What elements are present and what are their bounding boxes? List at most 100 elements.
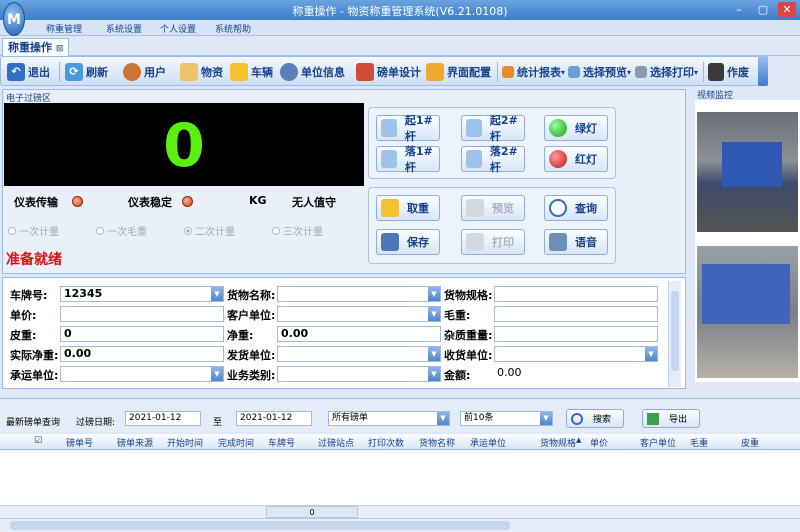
refresh-button[interactable]: ⟳ 刷新 (65, 60, 108, 84)
print-button[interactable]: 打印 (461, 229, 525, 255)
toolbar-overflow-button[interactable] (758, 56, 768, 86)
minimize-icon[interactable]: – (730, 2, 748, 17)
weight-value: 0 (163, 111, 205, 181)
save-button[interactable]: 保存 (376, 229, 440, 255)
chevron-down-icon[interactable]: ▼ (428, 347, 440, 361)
mode-radio-single[interactable]: 一次计量 (8, 223, 59, 238)
gross-input[interactable] (494, 306, 658, 322)
grid-horizontal-scrollbar[interactable] (0, 518, 800, 532)
mode-radio-triple[interactable]: 三次计量 (272, 223, 323, 238)
chevron-down-icon[interactable]: ▼ (540, 412, 552, 425)
net-input[interactable]: 0.00 (277, 326, 441, 342)
void-button[interactable]: 作废 (708, 60, 749, 84)
tare-value: 0 (64, 327, 72, 340)
select-print-button[interactable]: 选择打印 ▾ (635, 60, 698, 84)
export-button[interactable]: 导出 (642, 409, 700, 428)
sender-select[interactable]: ▼ (277, 346, 441, 362)
col-ticket-no[interactable]: 磅单号 (66, 436, 93, 449)
goods-button[interactable]: 物资 (180, 60, 223, 84)
voice-button[interactable]: 语音 (544, 229, 608, 255)
col-goods-spec[interactable]: 货物规格 (540, 436, 576, 449)
raise-gate2-button[interactable]: 起2#杆 (461, 114, 525, 143)
col-plate[interactable]: 车牌号 (268, 436, 295, 449)
col-carrier[interactable]: 承运单位 (470, 436, 506, 449)
red-light-icon (549, 150, 567, 168)
menu-help[interactable]: 系统帮助 (215, 22, 251, 35)
query-button[interactable]: 查询 (544, 195, 608, 221)
date-from-picker[interactable]: 2021-01-12 (125, 411, 201, 426)
select-preview-button[interactable]: 选择预览 ▾ (568, 60, 631, 84)
raise-gate1-button[interactable]: 起1#杆 (376, 114, 440, 143)
select-all-checkbox[interactable]: ☑ (34, 436, 42, 446)
toolbar: ↶ 退出 ⟳ 刷新 用户 物资 车辆 单位信息 磅单设计 界面配置 统计报表 ▾ 选择… (0, 56, 768, 86)
chevron-down-icon[interactable]: ▼ (428, 367, 440, 381)
trash-icon (708, 63, 724, 81)
search-button[interactable]: 搜索 (566, 409, 624, 428)
chevron-down-icon[interactable]: ▼ (428, 307, 440, 321)
customer-select[interactable]: ▼ (277, 306, 441, 322)
maximize-icon[interactable]: ▢ (754, 2, 772, 17)
mode-label: 一次计量 (19, 227, 59, 238)
stats-report-button[interactable]: 统计报表 ▾ (502, 60, 565, 84)
receiver-select[interactable]: ▼ (494, 346, 658, 362)
preview-button[interactable]: 预览 (461, 195, 525, 221)
col-gross[interactable]: 毛重 (690, 436, 708, 449)
green-light-label: 绿灯 (575, 122, 597, 135)
limit-value: 前10条 (464, 413, 494, 423)
plate-input[interactable]: 12345 ▼ (60, 286, 224, 302)
menu-system-settings[interactable]: 系统设置 (106, 22, 142, 35)
chevron-down-icon[interactable]: ▼ (211, 367, 223, 381)
tab-weighing[interactable]: 称重操作 ⊠ (2, 38, 70, 56)
green-light-button[interactable]: 绿灯 (544, 115, 608, 141)
col-start-time[interactable]: 开始时间 (167, 436, 203, 449)
unit-info-button[interactable]: 单位信息 (280, 60, 345, 84)
app-logo[interactable]: M (3, 2, 25, 36)
camera-feed-2[interactable] (697, 246, 798, 378)
menu-weighing[interactable]: 称重管理 (46, 22, 82, 35)
date-to-picker[interactable]: 2021-01-12 (236, 411, 312, 426)
grid-body[interactable] (0, 450, 800, 505)
actual-net-input[interactable]: 0.00 (60, 346, 224, 362)
exit-button[interactable]: ↶ 退出 (7, 60, 50, 84)
impurity-input[interactable] (494, 326, 658, 342)
price-label: 单价: (10, 309, 37, 322)
lower-gate2-button[interactable]: 落2#杆 (461, 145, 525, 174)
camera-feed-1[interactable] (697, 112, 798, 232)
limit-select[interactable]: 前10条 ▼ (460, 411, 553, 426)
scroll-thumb[interactable] (10, 521, 510, 530)
business-type-select[interactable]: ▼ (277, 366, 441, 382)
lower-gate1-button[interactable]: 落1#杆 (376, 145, 440, 174)
col-finish-time[interactable]: 完成时间 (218, 436, 254, 449)
col-ticket-source[interactable]: 磅单来源 (117, 436, 153, 449)
tare-input[interactable]: 0 (60, 326, 224, 342)
mode-radio-double[interactable]: 二次计量 (184, 223, 235, 238)
col-customer[interactable]: 客户单位 (640, 436, 676, 449)
search-icon (549, 199, 567, 217)
col-station[interactable]: 过磅站点 (318, 436, 354, 449)
red-light-button[interactable]: 红灯 (544, 146, 608, 172)
price-input[interactable] (60, 306, 224, 322)
menu-personal-settings[interactable]: 个人设置 (160, 22, 196, 35)
ui-config-button[interactable]: 界面配置 (426, 60, 491, 84)
ticket-design-button[interactable]: 磅单设计 (356, 60, 421, 84)
chevron-down-icon[interactable]: ▼ (211, 287, 223, 301)
take-weight-label: 取重 (407, 202, 429, 215)
goods-name-select[interactable]: ▼ (277, 286, 441, 302)
chevron-down-icon[interactable]: ▼ (645, 347, 657, 361)
mode-radio-gross[interactable]: 一次毛重 (96, 223, 147, 238)
close-icon[interactable]: ✕ (778, 2, 796, 17)
chevron-down-icon[interactable]: ▼ (437, 412, 449, 425)
col-print-count[interactable]: 打印次数 (368, 436, 404, 449)
col-price[interactable]: 单价 (590, 436, 608, 449)
col-tare[interactable]: 皮重 (741, 436, 759, 449)
form-scrollbar[interactable] (668, 281, 681, 387)
chevron-down-icon[interactable]: ▼ (428, 287, 440, 301)
goods-spec-input[interactable] (494, 286, 658, 302)
col-goods-name[interactable]: 货物名称 (419, 436, 455, 449)
carrier-select[interactable]: ▼ (60, 366, 224, 382)
ticket-type-select[interactable]: 所有磅单 ▼ (328, 411, 450, 426)
user-button[interactable]: 用户 (123, 60, 166, 84)
vehicle-button[interactable]: 车辆 (230, 60, 273, 84)
tab-close-icon[interactable]: ⊠ (56, 44, 64, 54)
take-weight-button[interactable]: 取重 (376, 195, 440, 221)
